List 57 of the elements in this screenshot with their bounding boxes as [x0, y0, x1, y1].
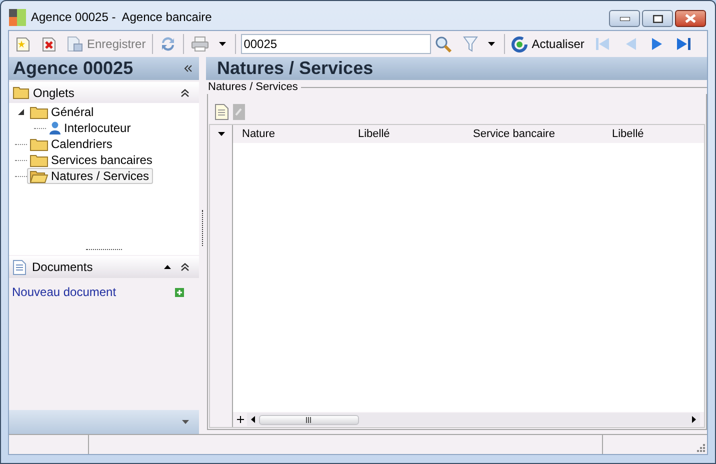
expander-icon[interactable]: [18, 109, 24, 115]
person-icon: [49, 121, 61, 135]
document-icon: [13, 260, 26, 274]
maximize-icon: [652, 14, 662, 22]
section-title: Onglets: [33, 84, 76, 102]
new-document-icon: [16, 36, 30, 52]
resize-grip-icon[interactable]: [697, 444, 705, 452]
new-document-link[interactable]: Nouveau document: [12, 283, 116, 301]
tree-item[interactable]: Services bancaires: [27, 152, 156, 168]
grip-icon: [306, 416, 312, 422]
section-title: Documents: [32, 259, 94, 276]
first-icon: [596, 37, 610, 51]
folder-icon: [30, 138, 48, 150]
folder-icon: [30, 106, 48, 118]
add-icon[interactable]: [236, 416, 244, 423]
page-title: Natures / Services: [217, 57, 374, 80]
group-label: Natures / Services: [207, 80, 299, 95]
tree-item[interactable]: Calendriers: [27, 136, 116, 152]
save-button[interactable]: Enregistrer: [65, 33, 148, 55]
maximize-button[interactable]: [642, 10, 673, 27]
expand-icon[interactable]: [182, 420, 189, 424]
search-field[interactable]: 00025: [240, 34, 431, 54]
minimize-button[interactable]: [609, 10, 640, 27]
search-icon: [435, 36, 452, 52]
delete-document-icon: [42, 36, 56, 52]
tree-item[interactable]: Natures / Services: [27, 168, 154, 184]
tree-item[interactable]: Interlocuteur: [46, 120, 135, 136]
column-header[interactable]: Libellé: [349, 126, 464, 142]
minimize-icon: [620, 16, 630, 20]
caret-icon: [488, 42, 496, 46]
new-document-icon[interactable]: [215, 104, 229, 120]
next-icon: [652, 37, 663, 51]
refresh-button[interactable]: Actualiser: [510, 33, 586, 55]
funnel-icon: [463, 36, 478, 52]
caret-icon: [219, 42, 226, 46]
close-icon: [685, 14, 696, 23]
column-header[interactable]: Service bancaire: [464, 126, 603, 142]
collapse-section-icon: [181, 263, 189, 271]
collapse-section-icon: [181, 88, 189, 96]
previous-icon: [624, 37, 636, 51]
save-document-icon: [67, 36, 83, 52]
horizontal-scrollbar[interactable]: [247, 413, 700, 426]
window-title: Agence 00025 - Agence bancaire: [31, 9, 212, 26]
last-icon: [677, 37, 692, 51]
printer-icon: [190, 36, 209, 52]
folder-icon: [13, 86, 29, 99]
column-menu-icon[interactable]: [218, 132, 224, 136]
tree-item[interactable]: Général: [27, 104, 98, 120]
app-icon: [9, 9, 26, 26]
open-folder-icon: [30, 170, 48, 182]
close-button[interactable]: [675, 10, 706, 27]
refresh-icon: [510, 36, 528, 52]
double-chevron-icon: [184, 65, 192, 72]
panel-title: Agence 00025: [13, 57, 134, 80]
column-header[interactable]: Nature: [233, 126, 349, 142]
collapse-icon: [164, 265, 171, 269]
column-header[interactable]: Libellé: [603, 126, 683, 142]
